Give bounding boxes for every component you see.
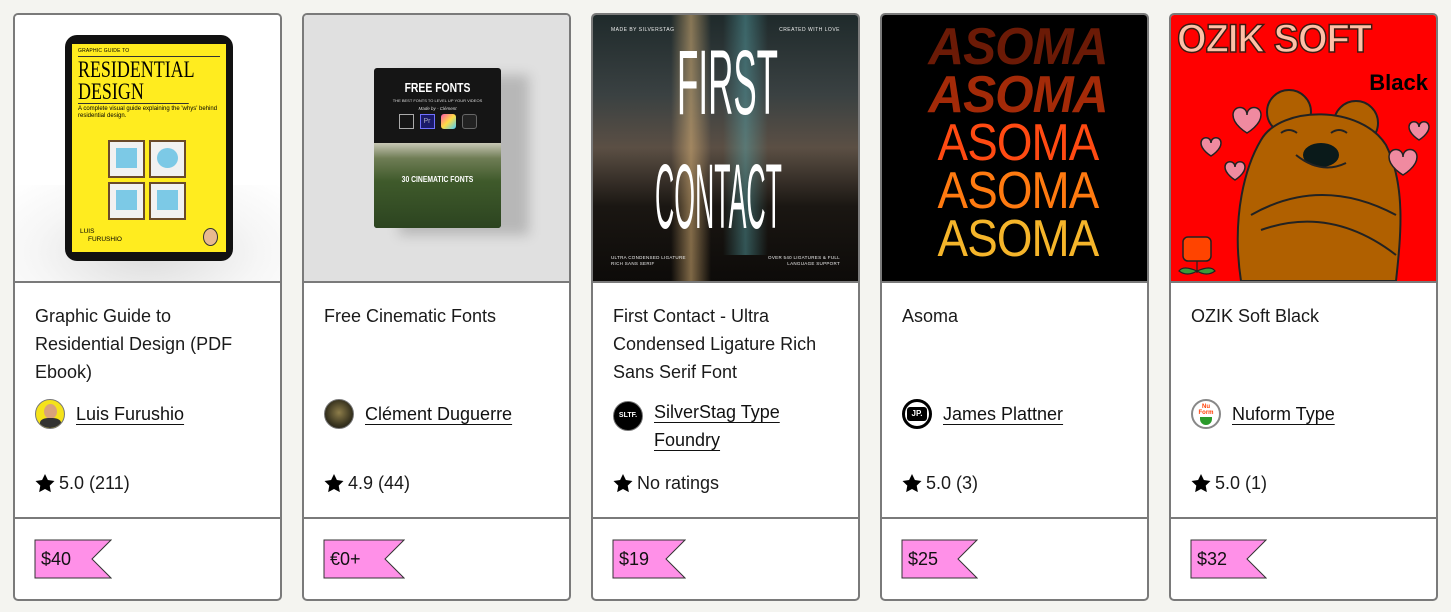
creator-avatar[interactable]: SLTF. — [613, 401, 643, 431]
rating-text: No ratings — [637, 473, 720, 493]
card-body: Graphic Guide to Residential Design (PDF… — [15, 283, 280, 519]
rating: 5.0 (1) — [1191, 473, 1267, 494]
cover-subtitle: A complete visual guide explaining the '… — [78, 106, 218, 119]
star-icon — [902, 474, 922, 493]
premiere-icon: Pr — [419, 114, 435, 129]
final-cut-icon — [440, 114, 456, 129]
product-thumbnail[interactable]: ASOMA ASOMA ASOMA ASOMA ASOMA — [882, 15, 1147, 283]
product-thumbnail[interactable]: MADE BY SILVERSTAG CREATED WITH LOVE FIR… — [593, 15, 858, 283]
rating: 5.0 (211) — [35, 473, 130, 494]
product-title[interactable]: First Contact - Ultra Condensed Ligature… — [613, 302, 838, 386]
cover-top-left: MADE BY SILVERSTAG — [611, 27, 675, 33]
asoma-row: ASOMA — [937, 162, 1100, 220]
product-title[interactable]: Free Cinematic Fonts — [324, 302, 549, 386]
cover-author: LUIS FURUSHIO — [80, 228, 122, 243]
asoma-row: ASOMA — [937, 210, 1100, 268]
cover-bottom-right: OVER 540 LIGATURES & FULL LANGUAGE SUPPO… — [768, 255, 840, 266]
star-icon — [1191, 474, 1211, 493]
app-icons: Pr — [374, 114, 501, 129]
cover-headline: FREE FONTS — [404, 80, 471, 95]
creator-name-link[interactable]: Clément Duguerre — [365, 400, 512, 428]
price-value: €0+ — [330, 549, 361, 569]
cover-subtitle: THE BEST FONTS TO LEVEL UP YOUR VIDEOS — [392, 98, 483, 103]
asoma-row: ASOMA — [937, 114, 1100, 172]
ebook-cover: FREE FONTS THE BEST FONTS TO LEVEL UP YO… — [374, 68, 501, 228]
asoma-row: ASOMA — [928, 18, 1108, 76]
card-footer: $32 — [1171, 519, 1436, 599]
price-value: $19 — [619, 549, 650, 569]
creator[interactable]: Luis Furushio — [35, 399, 268, 429]
creator[interactable]: JP. James Plattner — [902, 399, 1135, 429]
price-value: $40 — [41, 549, 72, 569]
rating-text: 5.0 (3) — [926, 473, 979, 493]
bear-illustration — [1178, 89, 1430, 281]
cover-bottom-left: ULTRA CONDENSED LIGATURE RICH SANS SERIF — [611, 255, 686, 266]
card-footer: $19 — [593, 519, 858, 599]
creator-name-link[interactable]: James Plattner — [943, 400, 1063, 428]
cover-headline: FIRST — [677, 32, 778, 134]
rating-text: 4.9 (44) — [348, 473, 411, 493]
rating: No ratings — [613, 473, 719, 494]
creator-avatar[interactable] — [324, 399, 354, 429]
cover-top-right: CREATED WITH LOVE — [779, 27, 840, 33]
price-value: $32 — [1197, 549, 1228, 569]
price-tag[interactable]: €0+ — [323, 539, 405, 579]
card-body: Asoma JP. James Plattner 5.0 (3) — [882, 283, 1147, 519]
creator-name-link[interactable]: SilverStag Type Foundry — [654, 398, 814, 454]
creator-name-link[interactable]: Nuform Type — [1232, 400, 1335, 428]
cover-headline-2: CONTACT — [655, 146, 782, 248]
creator[interactable]: SLTF. SilverStag Type Foundry — [613, 397, 846, 454]
creator[interactable]: Nu Form Nuform Type — [1191, 399, 1424, 429]
product-grid: GRAPHIC GUIDE TO RESIDENTIAL DESIGN A co… — [13, 13, 1438, 601]
davinci-icon — [461, 114, 477, 129]
asoma-type-specimen: ASOMA ASOMA ASOMA ASOMA ASOMA — [908, 18, 1128, 268]
product-thumbnail[interactable]: FREE FONTS THE BEST FONTS TO LEVEL UP YO… — [304, 15, 569, 283]
cover-signature: Made by - Clément — [418, 106, 457, 111]
cover-kicker: GRAPHIC GUIDE TO — [78, 48, 220, 57]
price-tag[interactable]: $40 — [34, 539, 112, 579]
rating: 5.0 (3) — [902, 473, 978, 494]
product-card[interactable]: GRAPHIC GUIDE TO RESIDENTIAL DESIGN A co… — [13, 13, 282, 601]
star-icon — [324, 474, 344, 493]
tablet-frame: GRAPHIC GUIDE TO RESIDENTIAL DESIGN A co… — [65, 35, 233, 261]
creator[interactable]: Clément Duguerre — [324, 399, 557, 429]
card-footer: €0+ — [304, 519, 569, 599]
product-thumbnail[interactable]: GRAPHIC GUIDE TO RESIDENTIAL DESIGN A co… — [15, 15, 280, 283]
card-footer: $40 — [15, 519, 280, 599]
creator-avatar[interactable] — [35, 399, 65, 429]
card-footer: $25 — [882, 519, 1147, 599]
product-title[interactable]: OZIK Soft Black — [1191, 302, 1416, 386]
price-value: $25 — [908, 549, 939, 569]
star-icon — [613, 474, 633, 493]
card-body: First Contact - Ultra Condensed Ligature… — [593, 283, 858, 519]
cover-bottom-text: 30 CINEMATIC FONTS — [401, 175, 474, 184]
product-title[interactable]: Asoma — [902, 302, 1127, 386]
card-body: OZIK Soft Black Nu Form Nuform Type 5.0 … — [1171, 283, 1436, 519]
product-card[interactable]: OZIK SOFT Black OZIK Soft Black Nu Form … — [1169, 13, 1438, 601]
cover-headline-2: DESIGN — [78, 80, 189, 104]
author-face-icon — [203, 228, 218, 246]
card-body: Free Cinematic Fonts Clément Duguerre 4.… — [304, 283, 569, 519]
product-card[interactable]: FREE FONTS THE BEST FONTS TO LEVEL UP YO… — [302, 13, 571, 601]
price-tag[interactable]: $25 — [901, 539, 978, 579]
product-thumbnail[interactable]: OZIK SOFT Black — [1171, 15, 1436, 283]
rating-text: 5.0 (1) — [1215, 473, 1268, 493]
rating: 4.9 (44) — [324, 473, 410, 494]
rating-text: 5.0 (211) — [59, 473, 130, 493]
product-card[interactable]: ASOMA ASOMA ASOMA ASOMA ASOMA Asoma JP. Jame… — [880, 13, 1149, 601]
product-title[interactable]: Graphic Guide to Residential Design (PDF… — [35, 302, 260, 386]
floorplan-illustration — [108, 140, 186, 220]
creator-name-link[interactable]: Luis Furushio — [76, 400, 184, 428]
cover-headline: RESIDENTIAL — [78, 57, 195, 82]
creator-avatar[interactable]: JP. — [902, 399, 932, 429]
price-tag[interactable]: $32 — [1190, 539, 1267, 579]
asoma-row: ASOMA — [928, 66, 1108, 124]
creator-avatar[interactable]: Nu Form — [1191, 399, 1221, 429]
star-icon — [35, 474, 55, 493]
devices-icon — [398, 114, 414, 129]
price-tag[interactable]: $19 — [612, 539, 686, 579]
product-card[interactable]: MADE BY SILVERSTAG CREATED WITH LOVE FIR… — [591, 13, 860, 601]
ebook-cover: GRAPHIC GUIDE TO RESIDENTIAL DESIGN A co… — [72, 44, 226, 252]
forest-photo: 30 CINEMATIC FONTS — [374, 143, 501, 228]
